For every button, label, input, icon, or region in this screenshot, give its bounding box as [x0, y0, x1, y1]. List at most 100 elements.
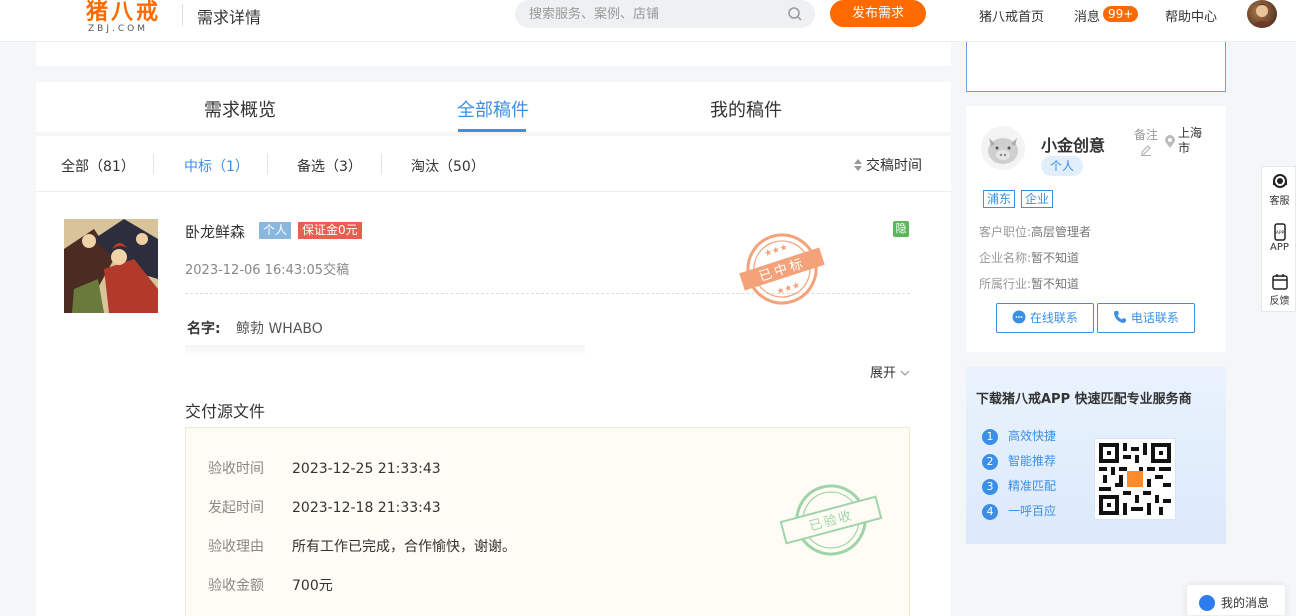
initiate-time-row: 发起时间 2023-12-18 21:33:43 [208, 497, 441, 517]
feature-label: 精准匹配 [1008, 479, 1057, 493]
logo-text: 猪八戒 [86, 0, 162, 25]
float-label: 客服 [1269, 196, 1290, 207]
sidebar-top-panel [966, 42, 1226, 92]
artwork-image-icon [64, 219, 158, 313]
buyer-position-row: 客户职位:高层管理者 [979, 223, 1091, 240]
accept-reason-row: 验收理由 所有工作已完成，合作愉快，谢谢。 [208, 536, 516, 556]
logo-domain: ZBJ.COM [88, 24, 148, 34]
customer-service-button[interactable]: 客服 [1262, 173, 1296, 207]
top-header: 猪八戒 ZBJ.COM 需求详情 发布需求 猪八戒首页 消息 99+ 帮助中心 [0, 0, 1296, 42]
app-icon: APP [1273, 223, 1286, 241]
app-download-button[interactable]: APP APP [1262, 223, 1296, 253]
sort-arrows-icon [854, 159, 862, 171]
row-label: 验收理由 [208, 539, 264, 555]
publish-demand-button[interactable]: 发布需求 [830, 0, 926, 27]
page-title: 需求详情 [197, 8, 262, 27]
info-label: 客户职位: [979, 225, 1032, 239]
row-value: 700元 [292, 578, 333, 594]
expand-toggle[interactable]: 展开 [870, 362, 910, 381]
filter-shortlisted[interactable]: 备选（3） [297, 156, 362, 176]
feedback-icon [1271, 274, 1288, 290]
search-input[interactable] [529, 0, 779, 28]
submit-time: 2023-12-06 16:43:05交稿 [185, 263, 350, 278]
buyer-name: 小金创意 [1041, 136, 1106, 155]
phone-contact-button[interactable]: 电话联系 [1097, 303, 1195, 333]
delivery-info-box: 验收时间 2023-12-25 21:33:43 发起时间 2023-12-18 2… [185, 427, 910, 616]
filter-eliminated[interactable]: 淘汰（50） [411, 156, 485, 176]
accept-time-row: 验收时间 2023-12-25 21:33:43 [208, 458, 441, 478]
main-tabs: 需求概览 全部稿件 我的稿件 [36, 82, 951, 132]
svg-text:APP: APP [1275, 230, 1284, 236]
buyer-tag-enterprise: 企业 [1021, 190, 1054, 208]
app-banner-title: 下载猪八戒APP 快速匹配专业服务商 [976, 392, 1192, 407]
nav-home-link[interactable]: 猪八戒首页 [979, 6, 1044, 25]
app-qr-code [1094, 438, 1176, 520]
filter-separator [381, 154, 382, 174]
row-value: 2023-12-18 21:33:43 [292, 500, 441, 516]
online-contact-button[interactable]: 在线联系 [996, 303, 1094, 333]
feature-number: 1 [982, 429, 998, 445]
collapsed-content-fade [185, 345, 585, 357]
search-icon[interactable] [787, 6, 803, 22]
buyer-company-row: 企业名称:暂不知道 [979, 249, 1079, 266]
app-feature: 2 智能推荐 [982, 452, 1056, 470]
accepted-stamp-icon: 已验收 [779, 484, 883, 556]
location-icon [1165, 135, 1175, 148]
info-value: 暂不知道 [1031, 251, 1080, 265]
row-value: 2023-12-25 21:33:43 [292, 461, 441, 477]
active-tab-indicator [458, 129, 526, 132]
row-label: 验收金额 [208, 578, 264, 594]
row-value: 所有工作已完成，合作愉快，谢谢。 [292, 539, 516, 555]
info-label: 所属行业: [979, 277, 1032, 291]
name-field-value: 鲸勃 WHABO [236, 321, 323, 337]
online-contact-label: 在线联系 [1029, 311, 1078, 325]
app-feature: 4 一呼百应 [982, 502, 1056, 520]
phone-icon [1114, 311, 1127, 323]
nav-help-link[interactable]: 帮助中心 [1165, 6, 1217, 25]
buyer-type-badge: 个人 [1041, 156, 1083, 176]
feature-label: 高效快捷 [1008, 429, 1057, 443]
row-label: 发起时间 [208, 500, 264, 516]
avatar-image-icon [1250, 4, 1274, 28]
pig-avatar-icon [981, 126, 1025, 170]
personal-tag: 个人 [259, 222, 292, 239]
zbj-logo[interactable]: 猪八戒 ZBJ.COM [84, 0, 168, 38]
float-label: APP [1270, 242, 1289, 253]
sort-label: 交稿时间 [866, 158, 922, 174]
expand-label: 展开 [870, 366, 897, 381]
buyer-location: 上海市 [1178, 126, 1203, 155]
right-float-toolbar: 客服 APP APP 反馈 [1261, 166, 1296, 312]
filter-all[interactable]: 全部（81） [61, 156, 135, 176]
tab-my-submissions[interactable]: 我的稿件 [710, 96, 782, 122]
delivery-section-title: 交付源文件 [185, 402, 266, 421]
feature-label: 智能推荐 [1008, 454, 1057, 468]
svg-text:★★★: ★★★ [775, 280, 801, 297]
edit-icon[interactable] [1140, 144, 1152, 156]
feature-number: 2 [982, 454, 998, 470]
sort-by-submit-time[interactable]: 交稿时间 [854, 155, 922, 175]
accept-amount-row: 验收金额 700元 [208, 575, 333, 595]
feedback-button[interactable]: 反馈 [1262, 273, 1296, 307]
seller-name[interactable]: 卧龙鲜森 [185, 221, 245, 242]
nav-messages-link[interactable]: 消息 [1074, 6, 1100, 25]
buyer-avatar[interactable] [981, 126, 1025, 170]
tab-demand-overview[interactable]: 需求概览 [204, 96, 276, 122]
filter-separator [267, 154, 268, 174]
my-messages-label: 我的消息 [1221, 596, 1270, 610]
winning-stamp-icon: 已中标 ★★★ ★★★ [739, 233, 825, 305]
my-messages-button[interactable]: 我的消息 [1186, 584, 1286, 616]
app-download-banner[interactable]: 下载猪八戒APP 快速匹配专业服务商 1 高效快捷 2 智能推荐 3 精准匹配 4 一呼… [966, 367, 1226, 544]
note-label[interactable]: 备注 [1134, 126, 1158, 143]
previous-section-bottom [36, 42, 951, 66]
name-field-label: 名字: [187, 321, 221, 337]
customer-service-icon [1272, 174, 1287, 188]
search-box [515, 0, 815, 28]
user-avatar[interactable] [1247, 0, 1277, 28]
row-label: 验收时间 [208, 461, 264, 477]
tab-all-submissions[interactable]: 全部稿件 [457, 96, 529, 122]
phone-contact-label: 电话联系 [1130, 311, 1179, 325]
submission-thumbnail[interactable] [64, 219, 158, 313]
buyer-info-card: 小金创意 个人 备注 上海市 浦东 企业 客户职位:高层管理者 企业名称:暂不知… [966, 106, 1226, 352]
filter-winning[interactable]: 中标（1） [184, 156, 249, 176]
info-label: 企业名称: [979, 251, 1032, 265]
